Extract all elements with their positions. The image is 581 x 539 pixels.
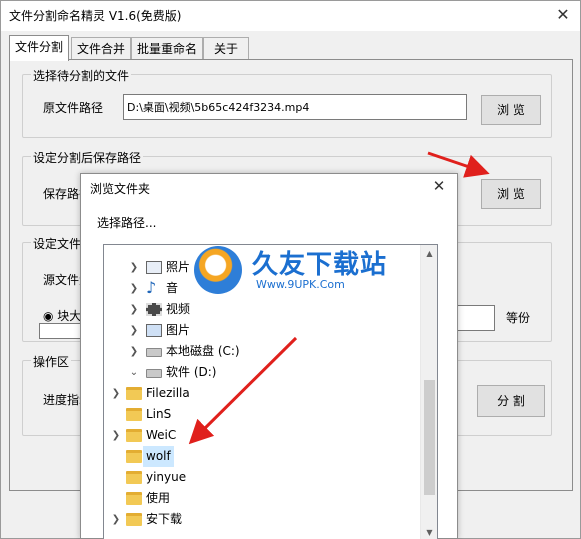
equal-parts-label: 等份 xyxy=(506,311,531,325)
scrollbar-thumb[interactable] xyxy=(424,380,435,495)
video-icon xyxy=(146,303,162,316)
tree-item-folder[interactable]: ❯ Filezilla xyxy=(104,383,422,404)
folder-icon xyxy=(126,513,142,526)
folder-icon xyxy=(126,492,142,505)
tree-item-label: 使用 xyxy=(146,491,171,505)
source-path-label: 原文件路径 xyxy=(43,101,104,115)
tree-item-label: 音 xyxy=(166,281,179,295)
close-icon[interactable]: ✕ xyxy=(552,5,574,25)
chevron-right-icon[interactable]: ❯ xyxy=(128,257,140,278)
watermark-url: Www.9UPK.Com xyxy=(256,278,345,291)
browse-folder-dialog: 浏览文件夹 ✕ 选择路径... ❯ 照片 ❯ ♪ 音 ❯ 视频 ❯ 图片 ❯ 本… xyxy=(80,173,458,539)
folder-icon xyxy=(126,387,142,400)
chevron-right-icon[interactable]: ❯ xyxy=(110,425,122,446)
chevron-right-icon[interactable]: ❯ xyxy=(128,278,140,299)
watermark: 久友下载站 Www.9UPK.Com xyxy=(180,240,410,300)
select-file-group-title: 选择待分割的文件 xyxy=(31,67,132,84)
tab-merge[interactable]: 文件合并 xyxy=(71,37,131,61)
tree-item-label: 软件 (D:) xyxy=(166,365,217,379)
music-icon: ♪ xyxy=(146,278,157,297)
tree-item-label: WeiC xyxy=(146,428,177,442)
drive-icon xyxy=(146,348,162,357)
split-button[interactable]: 分 割 xyxy=(477,385,545,417)
chevron-right-icon[interactable]: ❯ xyxy=(128,320,140,341)
chevron-right-icon[interactable]: ❯ xyxy=(128,299,140,320)
tab-split[interactable]: 文件分割 xyxy=(9,35,69,61)
source-path-field[interactable]: D:\桌面\视频\5b65c424f3234.mp4 xyxy=(123,94,467,120)
tree-item-folder[interactable]: ❯ WeiC xyxy=(104,425,422,446)
chevron-down-icon[interactable]: ⌄ xyxy=(128,362,140,383)
tree-item-label: Filezilla xyxy=(146,386,190,400)
tab-batch-rename[interactable]: 批量重命名 xyxy=(131,37,203,61)
pictures-icon xyxy=(146,324,162,337)
drive-icon xyxy=(146,369,162,378)
dialog-close-icon[interactable]: ✕ xyxy=(429,177,449,195)
tree-item-label: yinyue xyxy=(146,470,187,484)
pictures-icon xyxy=(146,261,162,274)
source-browse-button[interactable]: 浏 览 xyxy=(481,95,541,125)
block-size-radio[interactable]: ◉ 块大 xyxy=(43,307,81,324)
tree-item-label: 安下载 xyxy=(146,512,183,526)
folder-icon xyxy=(126,408,142,421)
tree-item-label: 本地磁盘 (C:) xyxy=(166,344,240,358)
tree-item-drive-d[interactable]: ⌄ 软件 (D:) xyxy=(104,362,422,383)
tree-item-drive-c[interactable]: ❯ 本地磁盘 (C:) xyxy=(104,341,422,362)
tab-about[interactable]: 关于 xyxy=(203,37,249,61)
watermark-logo-icon xyxy=(194,246,242,294)
operation-group-title: 操作区 xyxy=(31,353,72,370)
block-size-label: 块大 xyxy=(57,309,82,323)
scroll-up-icon[interactable]: ▲ xyxy=(421,245,437,262)
tree-item-folder[interactable]: ❯ 安下载 xyxy=(104,509,422,530)
watermark-text: 久友下载站 xyxy=(252,250,388,280)
folder-icon xyxy=(126,450,142,463)
tree-item-label: 视频 xyxy=(166,302,191,316)
tree-item-folder[interactable]: yinyue xyxy=(104,467,422,488)
tree-scrollbar[interactable]: ▲ ▼ xyxy=(420,245,437,539)
dialog-prompt: 选择路径... xyxy=(97,216,157,230)
folder-icon xyxy=(126,429,142,442)
tree-item-label: 图片 xyxy=(166,323,191,337)
title-bar: 文件分割命名精灵 V1.6(免费版) ✕ xyxy=(1,1,580,31)
chevron-right-icon[interactable]: ❯ xyxy=(110,383,122,404)
tree-item-folder[interactable]: LinS xyxy=(104,404,422,425)
select-file-group: 选择待分割的文件 原文件路径 D:\桌面\视频\5b65c424f3234.mp… xyxy=(22,67,552,138)
tree-item-folder-selected[interactable]: wolf xyxy=(104,446,422,467)
dialog-title: 浏览文件夹 xyxy=(90,182,151,196)
tree-item-folder[interactable]: 使用 xyxy=(104,488,422,509)
scroll-down-icon[interactable]: ▼ xyxy=(421,524,437,539)
equal-parts-field[interactable] xyxy=(455,305,495,331)
window-title: 文件分割命名精灵 V1.6(免费版) xyxy=(9,9,182,23)
save-path-group-title: 设定分割后保存路径 xyxy=(31,149,144,166)
tree-item-label: LinS xyxy=(146,407,172,421)
tree-item-images[interactable]: ❯ 图片 xyxy=(104,320,422,341)
folder-icon xyxy=(126,471,142,484)
tree-item-label: wolf xyxy=(143,446,174,467)
chevron-right-icon[interactable]: ❯ xyxy=(110,509,122,530)
chevron-right-icon[interactable]: ❯ xyxy=(128,341,140,362)
save-browse-button[interactable]: 浏 览 xyxy=(481,179,541,209)
tree-item-videos[interactable]: ❯ 视频 xyxy=(104,299,422,320)
